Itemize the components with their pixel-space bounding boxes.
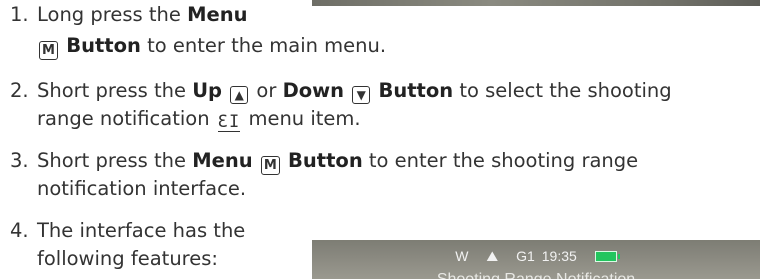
down-button-icon: ▼ bbox=[352, 86, 371, 104]
step-text-line: Short press the Menu M Button to enter t… bbox=[37, 149, 639, 175]
screen-title: Shooting Range Notification bbox=[312, 270, 760, 279]
device-screen-image: W ⛰ G1 19:35 Shooting Range Notification bbox=[312, 240, 760, 279]
step-number: 3. bbox=[10, 149, 29, 172]
battery-icon bbox=[594, 251, 620, 262]
clock: 19:35 bbox=[541, 248, 577, 264]
shooting-range-icon: ƐI bbox=[217, 112, 241, 132]
mode-icon: ⛰ bbox=[486, 248, 499, 264]
device-screen-image-top bbox=[312, 0, 760, 6]
step-text-line: range notification ƐI menu item. bbox=[37, 107, 361, 132]
step-number: 1. bbox=[10, 3, 29, 26]
step-text-line: Short press the Up ▲ or Down ▼ Button to… bbox=[37, 79, 672, 104]
step-text-line: Long press the Menu bbox=[37, 3, 248, 26]
profile-indicator: G1 bbox=[516, 248, 535, 264]
step-text-line: M Button to enter the main menu. bbox=[37, 31, 386, 60]
menu-button-icon: M bbox=[260, 156, 280, 175]
status-bar: W ⛰ G1 19:35 bbox=[312, 247, 760, 265]
step-number: 4. bbox=[10, 219, 29, 242]
menu-button-icon: M bbox=[39, 41, 58, 60]
step-text-line: The interface has the bbox=[37, 219, 246, 242]
up-button-icon: ▲ bbox=[230, 86, 249, 104]
step-number: 2. bbox=[10, 79, 29, 102]
wind-indicator: W bbox=[455, 248, 469, 264]
step-text-line: notification interface. bbox=[37, 177, 247, 200]
step-text-line: following features: bbox=[37, 247, 218, 270]
